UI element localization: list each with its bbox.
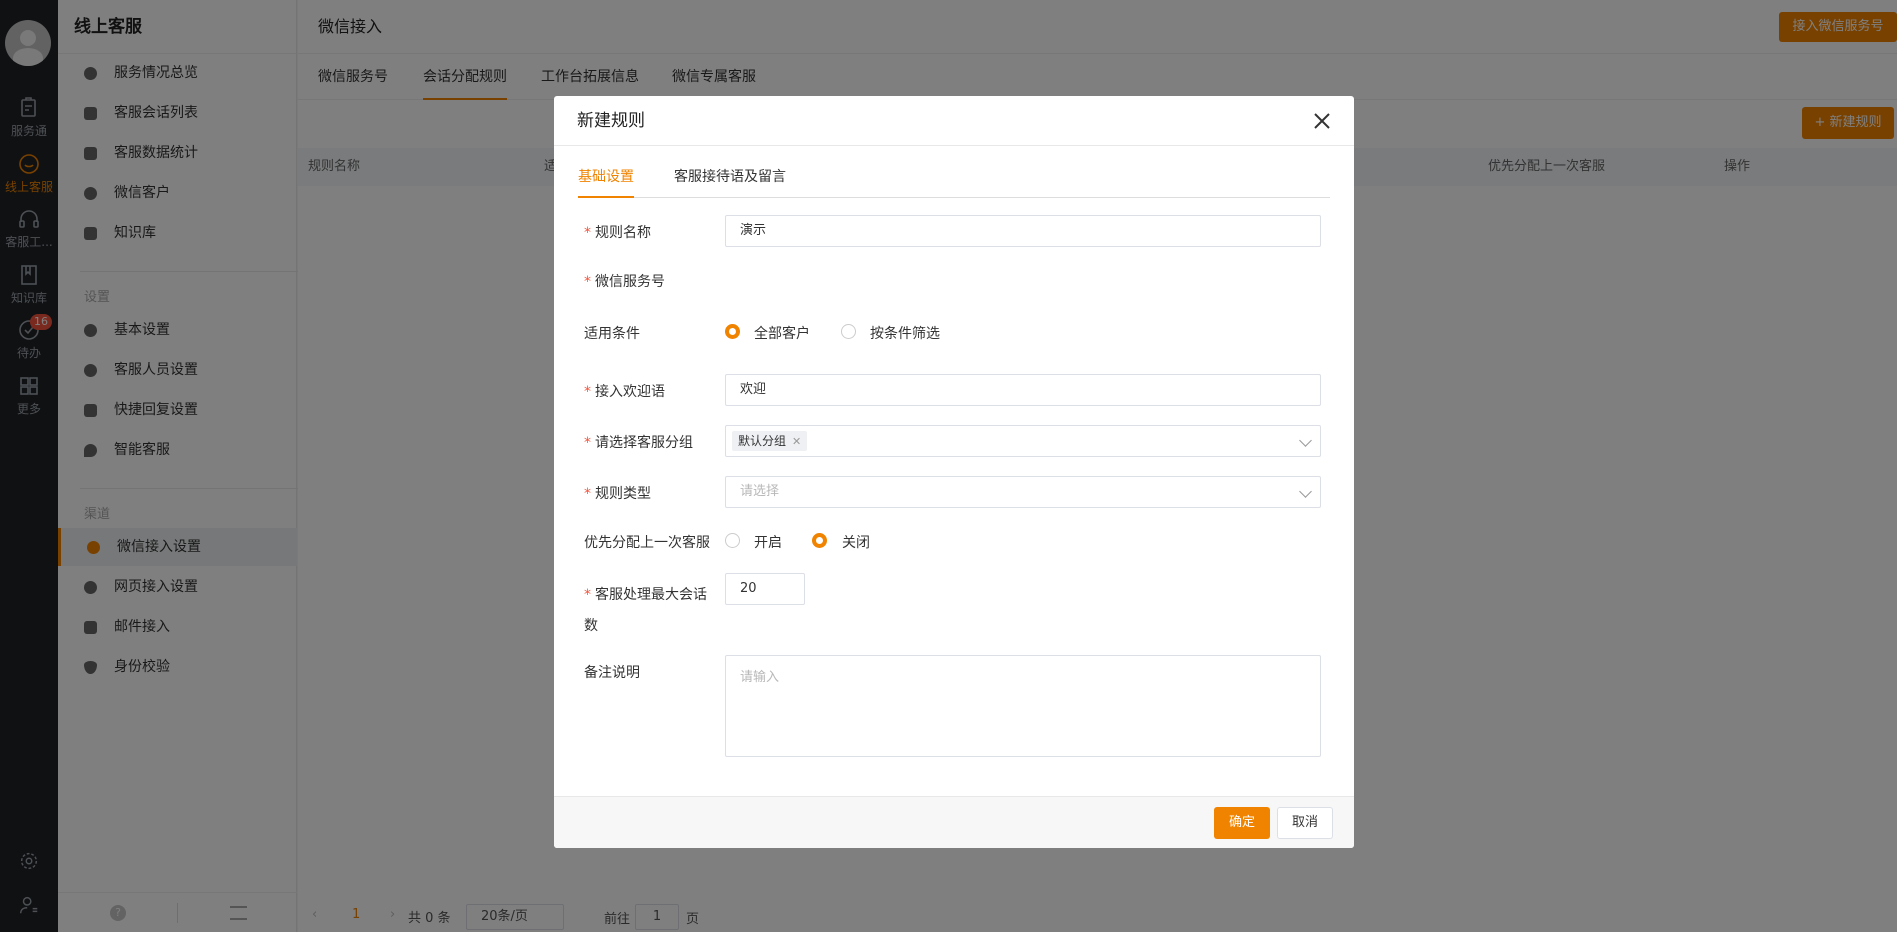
chevron-down-icon bbox=[1299, 434, 1312, 447]
condition-all-radio[interactable] bbox=[725, 324, 740, 339]
remark-textarea[interactable]: 请输入 bbox=[725, 655, 1321, 757]
condition-filter-radio[interactable] bbox=[841, 324, 856, 339]
dialog-footer: 确定 取消 bbox=[554, 796, 1354, 848]
dialog-tabs: 基础设置 客服接待语及留言 bbox=[578, 164, 1330, 198]
required-mark: * bbox=[584, 587, 591, 603]
rule-type-label: * 规则类型 bbox=[584, 483, 724, 503]
label-text: 客服处理最大会话数 bbox=[584, 587, 707, 634]
condition-all-label[interactable]: 全部客户 bbox=[754, 323, 810, 343]
label-text: 微信服务号 bbox=[595, 274, 665, 290]
welcome-input[interactable]: 欢迎 bbox=[725, 374, 1321, 406]
rule-name-label: * 规则名称 bbox=[584, 222, 724, 242]
rule-name-input[interactable]: 演示 bbox=[725, 215, 1321, 247]
priority-off-radio[interactable] bbox=[812, 533, 827, 548]
wechat-account-label: * 微信服务号 bbox=[584, 271, 724, 291]
group-tag: 默认分组 ✕ bbox=[732, 431, 808, 451]
priority-on-radio[interactable] bbox=[725, 533, 740, 548]
tab-greeting-messages[interactable]: 客服接待语及留言 bbox=[674, 164, 786, 198]
required-mark: * bbox=[584, 486, 591, 502]
condition-label: 适用条件 bbox=[584, 326, 640, 342]
required-mark: * bbox=[584, 274, 591, 290]
welcome-label: * 接入欢迎语 bbox=[584, 381, 724, 401]
label-text: 请选择客服分组 bbox=[595, 435, 693, 451]
required-mark: * bbox=[584, 225, 591, 241]
label-text: 规则类型 bbox=[595, 486, 651, 502]
confirm-button[interactable]: 确定 bbox=[1214, 807, 1270, 839]
dialog-title: 新建规则 bbox=[577, 111, 645, 131]
tab-basic-settings[interactable]: 基础设置 bbox=[578, 164, 634, 198]
condition-filter-label[interactable]: 按条件筛选 bbox=[870, 323, 940, 343]
priority-on-label[interactable]: 开启 bbox=[754, 532, 782, 552]
chevron-down-icon bbox=[1299, 485, 1312, 498]
cancel-button[interactable]: 取消 bbox=[1277, 807, 1333, 839]
max-sessions-label: * 客服处理最大会话数 bbox=[584, 580, 719, 642]
label-text: 接入欢迎语 bbox=[595, 384, 665, 400]
label-text: 规则名称 bbox=[595, 225, 651, 241]
close-icon[interactable] bbox=[1312, 111, 1332, 131]
new-rule-dialog: 新建规则 基础设置 客服接待语及留言 * 规则名称 演示 * 微信服务号 适用条件 … bbox=[554, 96, 1354, 848]
group-tag-label: 默认分组 bbox=[738, 434, 787, 448]
required-mark: * bbox=[584, 384, 591, 400]
group-select[interactable]: 默认分组 ✕ bbox=[725, 425, 1321, 457]
remove-tag-icon[interactable]: ✕ bbox=[792, 435, 801, 448]
rule-type-placeholder: 请选择 bbox=[740, 484, 780, 499]
max-sessions-input[interactable]: 20 bbox=[725, 573, 805, 605]
group-label: * 请选择客服分组 bbox=[584, 432, 724, 452]
rule-type-select[interactable]: 请选择 bbox=[725, 476, 1321, 508]
priority-label: 优先分配上一次客服 bbox=[584, 535, 710, 551]
dialog-header: 新建规则 bbox=[554, 96, 1354, 146]
remark-label: 备注说明 bbox=[584, 665, 640, 681]
priority-off-label[interactable]: 关闭 bbox=[842, 532, 870, 552]
required-mark: * bbox=[584, 435, 591, 451]
